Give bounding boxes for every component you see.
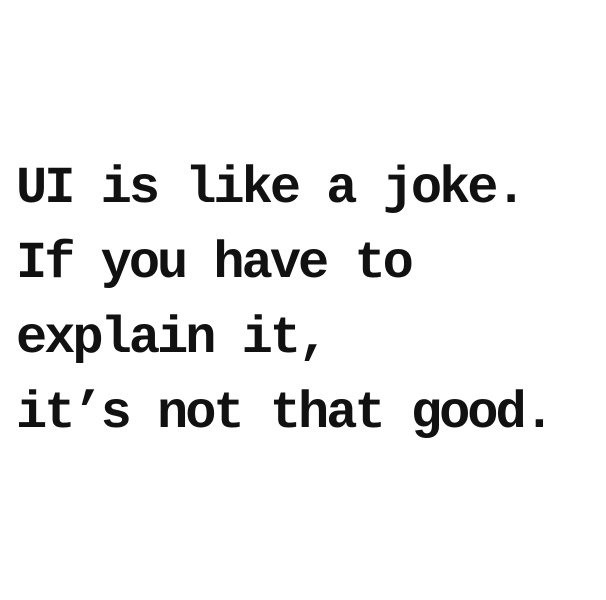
quote-line-2: If you have to — [16, 234, 414, 293]
quote-line-1: UI is like a joke. — [16, 159, 527, 218]
quote-text: UI is like a joke. If you have to explai… — [16, 151, 602, 451]
quote-line-3: explain it, — [16, 309, 329, 368]
quote-line-4: it’s not that good. — [16, 384, 555, 443]
